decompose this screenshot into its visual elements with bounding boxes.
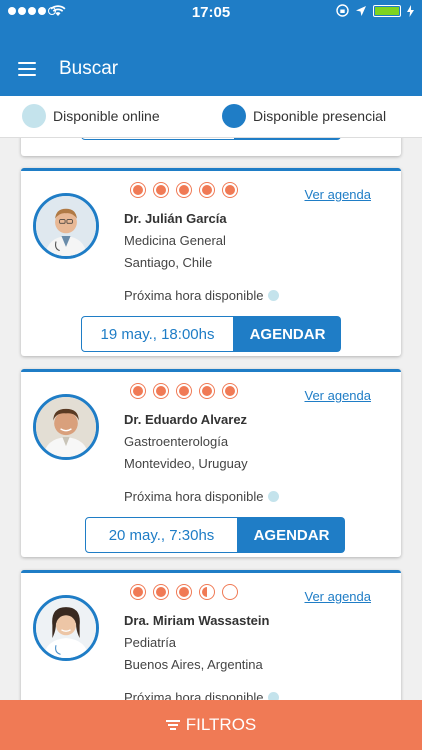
- page-title: Buscar: [59, 58, 119, 79]
- rating-star-icon: [153, 182, 169, 198]
- doctor-name: Dr. Julián García: [124, 211, 227, 226]
- filters-label: FILTROS: [185, 715, 257, 734]
- doctor-avatar: [33, 394, 99, 460]
- doctor-list[interactable]: Ver agenda Dr. Julián García Medicina Ge…: [0, 138, 422, 700]
- rating-stars: [130, 383, 238, 399]
- legend-online-label: Disponible online: [53, 108, 160, 124]
- agendar-button[interactable]: AGENDAR: [234, 316, 341, 352]
- rating-star-icon: [176, 182, 192, 198]
- rating-stars: [130, 584, 238, 600]
- online-dot-icon: [268, 290, 280, 301]
- menu-icon[interactable]: [18, 62, 36, 76]
- rating-star-icon: [176, 584, 192, 600]
- doctor-location: Santiago, Chile: [124, 255, 213, 270]
- rating-star-icon: [153, 383, 169, 399]
- rating-star-icon: [130, 584, 146, 600]
- next-availability: Próxima hora disponible: [124, 690, 280, 700]
- next-availability-label: Próxima hora disponible: [124, 288, 264, 303]
- rating-star-icon: [130, 182, 146, 198]
- doctor-specialty: Pediatría: [124, 635, 177, 650]
- online-dot-icon: [22, 104, 46, 128]
- charging-icon: [407, 4, 414, 17]
- rating-star-icon: [199, 584, 215, 600]
- legend-online: Disponible online: [22, 104, 160, 128]
- rating-star-icon: [199, 383, 215, 399]
- doctor-specialty: Medicina General: [124, 233, 226, 248]
- booking-control: 20 may., 7:30hs AGENDAR: [85, 517, 345, 553]
- online-dot-icon: [268, 692, 280, 700]
- doctor-name: Dra. Miriam Wassastein: [124, 613, 270, 628]
- legend-presencial-label: Disponible presencial: [253, 108, 387, 124]
- filters-button[interactable]: FILTROS: [0, 700, 422, 750]
- next-availability: Próxima hora disponible: [124, 288, 280, 303]
- location-arrow-icon: [356, 5, 366, 16]
- doctor-card-partial: [21, 138, 401, 156]
- rating-star-icon: [222, 383, 238, 399]
- doctor-name: Dr. Eduardo Alvarez: [124, 412, 248, 427]
- appointment-date[interactable]: 20 may., 7:30hs: [85, 517, 238, 553]
- next-availability: Próxima hora disponible: [124, 489, 280, 504]
- appointment-date[interactable]: 19 may., 18:00hs: [81, 316, 234, 352]
- rating-star-icon: [222, 182, 238, 198]
- rating-star-icon: [222, 584, 238, 600]
- doctor-avatar: [33, 193, 99, 259]
- filter-icon: [165, 720, 180, 730]
- doctor-location: Montevideo, Uruguay: [124, 456, 248, 471]
- orientation-lock-icon: [336, 4, 349, 17]
- rating-stars: [130, 182, 238, 198]
- rating-star-icon: [153, 584, 169, 600]
- legend-presencial: Disponible presencial: [222, 104, 386, 128]
- ver-agenda-link[interactable]: Ver agenda: [304, 388, 371, 403]
- rating-star-icon: [130, 383, 146, 399]
- rating-star-icon: [176, 383, 192, 399]
- doctor-card[interactable]: Ver agenda Dr. Julián García Medicina Ge…: [21, 168, 401, 356]
- ver-agenda-link[interactable]: Ver agenda: [304, 589, 371, 604]
- availability-legend: Disponible online Disponible presencial: [0, 96, 422, 138]
- online-dot-icon: [268, 491, 280, 502]
- ver-agenda-link[interactable]: Ver agenda: [304, 187, 371, 202]
- doctor-card[interactable]: Ver agenda Dr. Eduardo Alvarez Gastroent…: [21, 369, 401, 557]
- agendar-button[interactable]: AGENDAR: [238, 517, 345, 553]
- doctor-location: Buenos Aires, Argentina: [124, 657, 263, 672]
- rating-star-icon: [199, 182, 215, 198]
- doctor-avatar: [33, 595, 99, 661]
- next-availability-label: Próxima hora disponible: [124, 489, 264, 504]
- doctor-card[interactable]: Ver agenda Dra. Miriam Wassastein Pediat…: [21, 570, 401, 700]
- battery-icon: [373, 4, 401, 17]
- presencial-dot-icon: [222, 104, 246, 128]
- app-bar: Buscar: [0, 24, 422, 96]
- doctor-specialty: Gastroenterología: [124, 434, 229, 449]
- status-bar: 17:05: [0, 0, 422, 24]
- booking-control: 19 may., 18:00hs AGENDAR: [81, 316, 341, 352]
- next-availability-label: Próxima hora disponible: [124, 690, 264, 700]
